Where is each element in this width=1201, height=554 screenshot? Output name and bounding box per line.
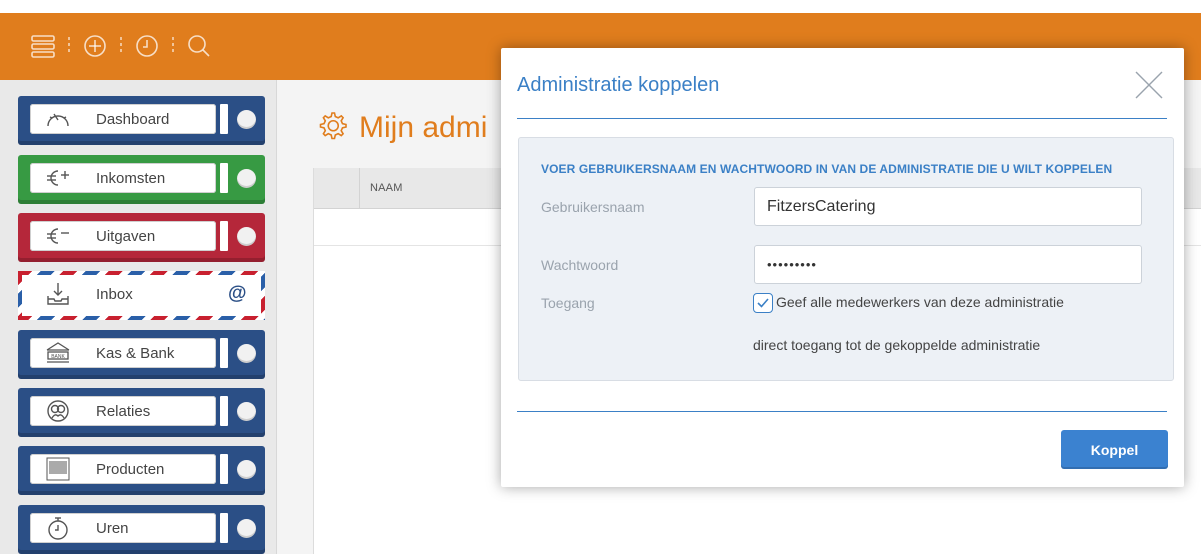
status-dot — [237, 344, 256, 363]
toolbar-separator — [68, 37, 70, 55]
sidebar-divider — [220, 163, 228, 193]
relations-icon — [42, 398, 74, 424]
toolbar-separator — [172, 37, 174, 55]
form-heading: VOER GEBRUIKERSNAAM EN WACHTWOORD IN VAN… — [541, 162, 1113, 176]
sidebar-item-label: Relaties — [96, 402, 151, 420]
select-column[interactable] — [314, 168, 360, 208]
sidebar-item-dashboard[interactable]: Dashboard — [18, 96, 265, 145]
status-dot — [237, 110, 256, 129]
status-dot — [237, 227, 256, 246]
status-dot — [237, 169, 256, 188]
inbox-tray-icon — [42, 281, 74, 307]
status-dot — [237, 402, 256, 421]
divider — [517, 411, 1167, 412]
sidebar: Dashboard Inkomsten Uitgaven Inbox @ BAN… — [0, 80, 277, 554]
sidebar-item-label: Inkomsten — [96, 169, 166, 187]
sidebar-divider — [220, 221, 228, 251]
sidebar-item-inbox[interactable]: Inbox @ — [18, 271, 265, 320]
dialog-title: Administratie koppelen — [517, 74, 720, 96]
password-input[interactable] — [754, 245, 1142, 284]
sidebar-divider — [220, 454, 228, 484]
sidebar-item-relaties[interactable]: Relaties — [18, 388, 265, 437]
sidebar-item-producten[interactable]: Producten — [18, 446, 265, 495]
page-title: Mijn admi — [317, 110, 487, 145]
clock-icon[interactable] — [132, 31, 162, 61]
barcode-icon — [42, 456, 74, 482]
window-top-strip — [0, 0, 1201, 13]
access-text-line2: direct toegang tot de gekoppelde adminis… — [753, 337, 1041, 353]
password-label: Wachtwoord — [541, 257, 619, 273]
sidebar-divider — [220, 104, 228, 134]
toolbar-separator — [120, 37, 122, 55]
euro-minus-icon — [42, 223, 74, 249]
access-text-line1: Geef alle medewerkers van deze administr… — [776, 294, 1064, 310]
divider — [517, 118, 1167, 119]
status-dot — [237, 519, 256, 538]
euro-plus-icon — [42, 165, 74, 191]
username-input[interactable] — [754, 187, 1142, 226]
close-icon[interactable] — [1134, 70, 1164, 100]
sidebar-item-label: Uren — [96, 519, 129, 537]
add-icon[interactable] — [80, 31, 110, 61]
status-dot — [237, 460, 256, 479]
sidebar-item-kas-bank[interactable]: BANK Kas & Bank — [18, 330, 265, 379]
search-icon[interactable] — [184, 31, 214, 61]
menu-icon[interactable] — [28, 31, 58, 61]
sidebar-item-label: Kas & Bank — [96, 344, 175, 362]
bank-icon: BANK — [42, 340, 74, 366]
sidebar-item-uitgaven[interactable]: Uitgaven — [18, 213, 265, 262]
username-label: Gebruikersnaam — [541, 199, 645, 215]
sidebar-item-label: Producten — [96, 460, 165, 478]
sidebar-divider — [220, 513, 228, 543]
sidebar-divider — [220, 396, 228, 426]
mail-badge: @ — [228, 283, 247, 304]
access-label: Toegang — [541, 295, 595, 311]
speedometer-icon — [42, 106, 74, 132]
sidebar-item-uren[interactable]: Uren — [18, 505, 265, 554]
sidebar-item-inkomsten[interactable]: Inkomsten — [18, 155, 265, 204]
access-checkbox[interactable] — [753, 293, 773, 313]
sidebar-item-label: Dashboard — [96, 110, 170, 128]
column-header-naam[interactable]: NAAM — [370, 182, 403, 194]
checkmark-icon — [757, 298, 769, 308]
sidebar-item-label: Inbox — [96, 285, 133, 303]
page-title-text: Mijn admi — [359, 110, 488, 144]
sidebar-item-label: Uitgaven — [96, 227, 156, 245]
svg-text:BANK: BANK — [51, 354, 65, 360]
koppel-button[interactable]: Koppel — [1061, 430, 1168, 469]
credentials-form: VOER GEBRUIKERSNAAM EN WACHTWOORD IN VAN… — [518, 137, 1174, 381]
sidebar-divider — [220, 338, 228, 368]
stopwatch-icon — [42, 515, 74, 541]
gear-icon — [317, 110, 347, 145]
link-administration-dialog: Administratie koppelen VOER GEBRUIKERSNA… — [501, 48, 1184, 487]
